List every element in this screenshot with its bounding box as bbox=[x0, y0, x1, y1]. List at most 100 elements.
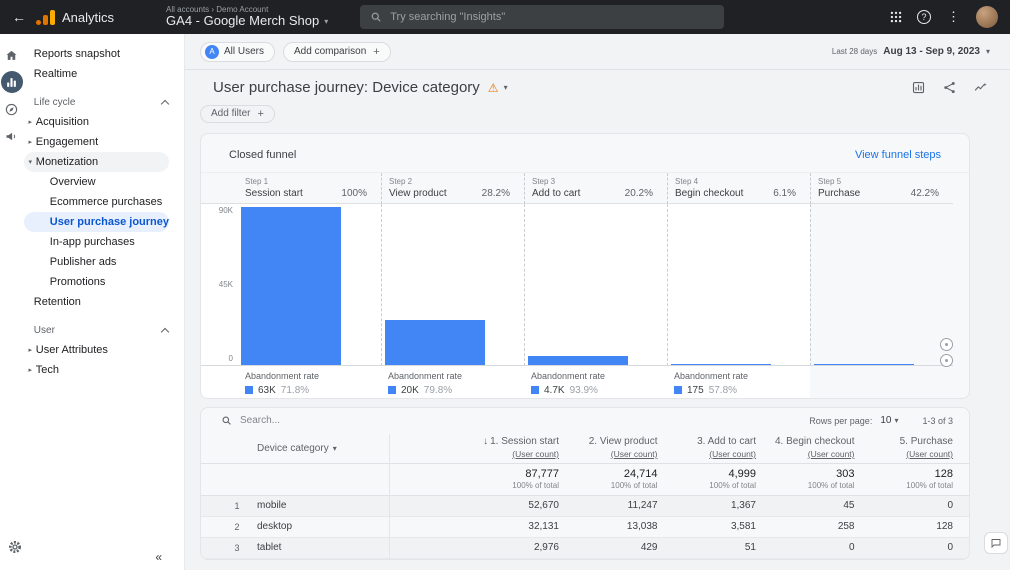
funnel-chart-card: Closed funnel View funnel steps 90K 45K … bbox=[200, 133, 970, 399]
apps-grid-icon[interactable] bbox=[889, 10, 903, 24]
product-name: Analytics bbox=[62, 10, 114, 25]
icon-rail bbox=[0, 34, 24, 570]
legend-swatch-icon bbox=[674, 386, 682, 394]
sidebar-item-acquisition[interactable]: ▸ Acquisition bbox=[24, 112, 169, 132]
add-filter-button[interactable]: Add filter + bbox=[200, 105, 275, 123]
collapse-sidebar-icon[interactable]: « bbox=[155, 550, 162, 564]
view-funnel-steps-link[interactable]: View funnel steps bbox=[855, 149, 941, 161]
funnel-step-header[interactable]: Step 1 Session start100% bbox=[238, 173, 381, 204]
comparison-bar: A All Users Add comparison + Last 28 day… bbox=[185, 34, 1010, 70]
funnel-step-header[interactable]: Step 3 Add to cart20.2% bbox=[524, 173, 667, 204]
chart-zoom-in-icon[interactable] bbox=[940, 338, 953, 351]
customize-report-icon[interactable] bbox=[911, 80, 926, 95]
expand-arrow-icon: ▸ bbox=[26, 366, 35, 374]
funnel-chart: 90K 45K 0 Step 1 Session start100% Aband… bbox=[201, 172, 969, 399]
plus-icon: + bbox=[257, 108, 263, 120]
account-switcher[interactable]: All accounts › Demo Account GA4 - Google… bbox=[166, 5, 328, 29]
funnel-step-header[interactable]: Step 4 Begin checkout6.1% bbox=[667, 173, 810, 204]
back-arrow-icon[interactable]: ← bbox=[12, 9, 26, 25]
funnel-bar[interactable] bbox=[528, 356, 628, 365]
y-tick: 45K bbox=[219, 280, 233, 289]
more-options-icon[interactable]: ⋮ bbox=[945, 9, 962, 25]
add-comparison-button[interactable]: Add comparison + bbox=[283, 42, 391, 62]
settings-gear-icon[interactable] bbox=[7, 539, 23, 560]
dimension-value: mobile bbox=[257, 500, 389, 511]
dimension-value: desktop bbox=[257, 521, 389, 532]
legend-swatch-icon bbox=[245, 386, 253, 394]
chat-bubble-icon bbox=[990, 537, 1002, 549]
warning-icon[interactable]: ⚠ bbox=[488, 81, 499, 95]
top-app-bar: ← Analytics All accounts › Demo Account … bbox=[0, 0, 1010, 34]
sidebar-item-user-purchase-journey[interactable]: User purchase journey bbox=[24, 212, 169, 232]
sidebar-item-overview[interactable]: Overview bbox=[24, 172, 169, 192]
chevron-down-icon: ▾ bbox=[324, 17, 328, 26]
explore-icon[interactable] bbox=[1, 98, 23, 120]
column-header-view-product[interactable]: 2. View product (User count) bbox=[559, 436, 658, 459]
chevron-down-icon: ▾ bbox=[986, 47, 990, 56]
chart-zoom-out-icon[interactable] bbox=[940, 354, 953, 367]
column-header-device-category[interactable]: Device category ▾ bbox=[257, 443, 389, 454]
help-icon[interactable]: ? bbox=[917, 10, 931, 24]
plus-icon: + bbox=[373, 46, 379, 58]
comparison-badge-icon: A bbox=[205, 45, 219, 59]
feedback-button[interactable] bbox=[984, 532, 1008, 554]
rows-per-page-select[interactable]: 10 ▾ bbox=[880, 415, 898, 426]
search-input[interactable] bbox=[390, 11, 714, 23]
report-dropdown-icon[interactable]: ▾ bbox=[504, 83, 508, 92]
column-header-add-to-cart[interactable]: 3. Add to cart (User count) bbox=[658, 436, 757, 459]
table-totals-row: 87,777100% of total 24,714100% of total … bbox=[201, 464, 969, 496]
sidebar-item-user-attributes[interactable]: ▸ User Attributes bbox=[24, 340, 169, 360]
sidebar-item-monetization[interactable]: ▾ Monetization bbox=[24, 152, 169, 172]
sidebar-item-realtime[interactable]: Realtime bbox=[24, 64, 169, 84]
analytics-logo-icon bbox=[36, 10, 55, 25]
y-tick: 0 bbox=[229, 354, 233, 363]
funnel-step-header[interactable]: Step 2 View product28.2% bbox=[381, 173, 524, 204]
funnel-step-column: Step 3 Add to cart20.2% Abandonment rate… bbox=[524, 173, 667, 399]
section-header-life-cycle[interactable]: Life cycle bbox=[24, 92, 184, 112]
table-header-row: Device category ▾ ↓1. Session start (Use… bbox=[201, 434, 969, 464]
column-header-purchase[interactable]: 5. Purchase (User count) bbox=[855, 436, 954, 459]
chevron-up-icon bbox=[161, 99, 169, 107]
search-icon bbox=[221, 415, 232, 426]
home-icon[interactable] bbox=[1, 44, 23, 66]
column-header-begin-checkout[interactable]: 4. Begin checkout (User count) bbox=[756, 436, 855, 459]
insights-icon[interactable] bbox=[973, 80, 988, 95]
sidebar-item-reports-snapshot[interactable]: Reports snapshot bbox=[24, 44, 169, 64]
share-icon[interactable] bbox=[942, 80, 957, 95]
report-main: A All Users Add comparison + Last 28 day… bbox=[185, 34, 1010, 570]
legend-swatch-icon bbox=[388, 386, 396, 394]
search-icon bbox=[370, 11, 382, 23]
avatar[interactable] bbox=[976, 6, 998, 28]
reports-icon[interactable] bbox=[1, 71, 23, 93]
column-header-session-start[interactable]: ↓1. Session start (User count) bbox=[389, 436, 559, 459]
all-users-chip[interactable]: A All Users bbox=[200, 42, 275, 62]
funnel-step-header[interactable]: Step 5 Purchase42.2% bbox=[810, 173, 953, 204]
pagination-status: 1-3 of 3 bbox=[922, 416, 953, 426]
funnel-bar[interactable] bbox=[671, 364, 771, 365]
rows-per-page-label: Rows per page: bbox=[809, 416, 872, 426]
table-row: 3 tablet 2,976 429 51 0 0 bbox=[201, 538, 969, 559]
chevron-up-icon bbox=[161, 327, 169, 335]
sidebar: Reports snapshot Realtime Life cycle ▸ A… bbox=[0, 34, 185, 570]
sidebar-item-engagement[interactable]: ▸ Engagement bbox=[24, 132, 169, 152]
funnel-bar[interactable] bbox=[241, 207, 341, 364]
table-search-input[interactable] bbox=[240, 415, 420, 426]
funnel-step-column: Step 4 Begin checkout6.1% Abandonment ra… bbox=[667, 173, 810, 399]
sidebar-item-tech[interactable]: ▸ Tech bbox=[24, 360, 169, 380]
advertising-icon[interactable] bbox=[1, 125, 23, 147]
funnel-bar[interactable] bbox=[385, 320, 485, 364]
sidebar-item-retention[interactable]: Retention bbox=[24, 292, 169, 312]
table-row: 2 desktop 32,131 13,038 3,581 258 128 bbox=[201, 517, 969, 538]
sidebar-item-promotions[interactable]: Promotions bbox=[24, 272, 169, 292]
section-header-user[interactable]: User bbox=[24, 320, 184, 340]
sidebar-item-ecommerce-purchases[interactable]: Ecommerce purchases bbox=[24, 192, 169, 212]
column-divider bbox=[389, 434, 390, 559]
sidebar-item-publisher-ads[interactable]: Publisher ads bbox=[24, 252, 169, 272]
chevron-down-icon: ▾ bbox=[333, 444, 337, 453]
report-nav: Reports snapshot Realtime Life cycle ▸ A… bbox=[24, 34, 184, 570]
expand-arrow-icon: ▸ bbox=[26, 138, 35, 146]
abandonment-block: Abandonment rate 20K79.8% bbox=[381, 366, 524, 399]
sidebar-item-in-app-purchases[interactable]: In-app purchases bbox=[24, 232, 169, 252]
date-range-picker[interactable]: Last 28 days Aug 13 - Sep 9, 2023 ▾ bbox=[832, 46, 990, 57]
global-search[interactable] bbox=[360, 5, 724, 29]
